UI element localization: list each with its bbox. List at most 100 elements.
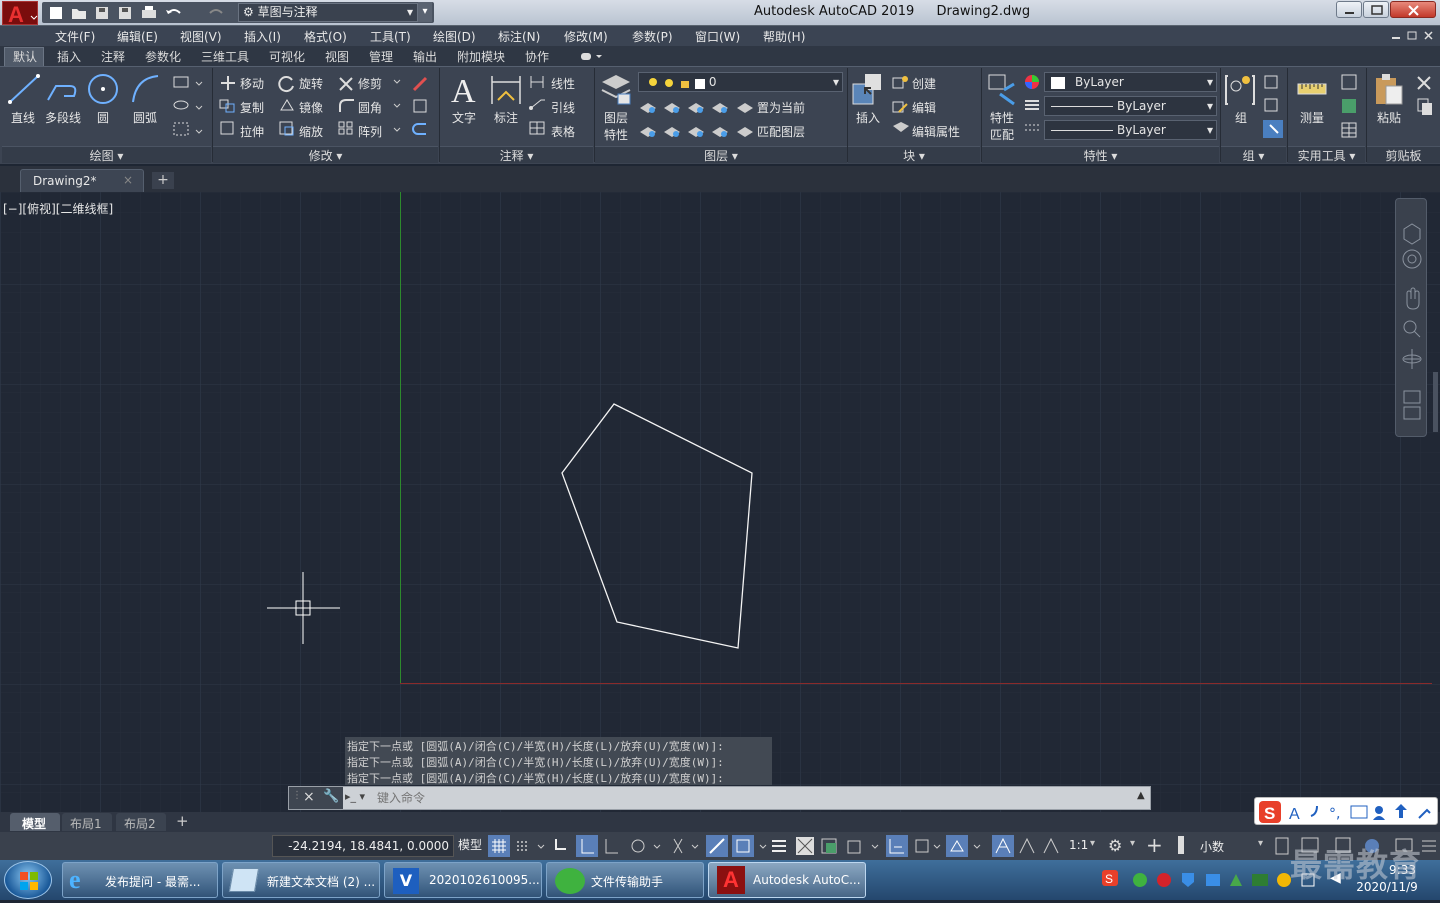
viewport-controls-label[interactable]: [−][俯视][二维线框] <box>3 200 113 217</box>
ribbon-toggle-icon[interactable] <box>580 51 602 61</box>
start-button[interactable] <box>4 861 52 899</box>
close-tab-icon[interactable]: × <box>123 173 133 187</box>
properties-panel-title[interactable]: 特性 ▾ <box>982 146 1219 163</box>
set-current-button[interactable]: 置为当前 <box>757 99 805 116</box>
paste-icon[interactable] <box>1372 72 1406 108</box>
draw-more-icons[interactable] <box>170 73 204 139</box>
chevron-down-icon[interactable]: ▾ <box>1090 838 1095 849</box>
tab-3d-tools[interactable]: 三维工具 <box>201 48 249 65</box>
lineweight-combo[interactable]: ByLayer ▾ <box>1044 120 1217 140</box>
utility-small-icons[interactable] <box>1338 73 1360 139</box>
taskbar-item-notepad[interactable]: 新建文本文档 (2) ... <box>222 862 380 898</box>
layout-tab-layout1[interactable]: 布局1 <box>62 813 112 831</box>
tab-collaborate[interactable]: 协作 <box>525 48 549 65</box>
command-history-toggle-icon[interactable]: ▲ <box>1137 790 1145 801</box>
minimize-button[interactable] <box>1336 1 1362 18</box>
groups-panel-title[interactable]: 组 ▾ <box>1221 146 1286 163</box>
group-small-icons[interactable] <box>1262 73 1284 139</box>
command-input[interactable] <box>377 788 1127 808</box>
clipboard-panel-title[interactable]: 剪贴板 <box>1367 146 1440 163</box>
close-button[interactable] <box>1390 1 1436 18</box>
array-button[interactable]: 阵列 <box>358 123 382 140</box>
chevron-down-icon[interactable]: ▾ <box>1130 838 1135 849</box>
text-tool-icon[interactable]: A <box>448 72 482 108</box>
taskbar-item-autocad[interactable]: A Autodesk AutoC... <box>708 862 866 898</box>
drafting-toggles[interactable] <box>488 835 1068 857</box>
layout-tab-model[interactable]: 模型 <box>10 813 60 831</box>
qat-customize-button[interactable]: ▾ <box>418 2 432 22</box>
circle-tool-icon[interactable] <box>86 72 120 106</box>
menu-file[interactable]: 文件(F) <box>55 28 95 45</box>
match-layer-button[interactable]: 匹配图层 <box>757 123 805 140</box>
vertical-scroll-thumb[interactable] <box>1433 372 1438 432</box>
cut-copy-icons[interactable] <box>1414 73 1436 117</box>
annotation-monitor-icon[interactable]: + <box>1146 833 1163 857</box>
system-tray-icons[interactable]: S <box>1100 868 1320 892</box>
menu-insert[interactable]: 插入(I) <box>244 28 281 45</box>
linear-dim-button[interactable]: 线性 <box>551 75 575 92</box>
stretch-button[interactable]: 拉伸 <box>240 123 264 140</box>
close-icon[interactable]: × <box>303 789 315 805</box>
polyline-tool-icon[interactable] <box>44 72 80 106</box>
menu-modify[interactable]: 修改(M) <box>564 28 608 45</box>
file-tab-drawing2[interactable]: Drawing2* × <box>20 169 144 192</box>
mirror-button[interactable]: 镜像 <box>299 99 323 116</box>
wrench-icon[interactable]: 🔧 <box>323 789 339 804</box>
tab-home[interactable]: 默认 <box>13 48 37 65</box>
line-tool-icon[interactable] <box>6 72 42 106</box>
arc-tool-icon[interactable] <box>128 72 162 106</box>
taskbar-item-wechat[interactable]: 文件传输助手 <box>546 862 704 898</box>
menu-parametric[interactable]: 参数(P) <box>632 28 673 45</box>
model-space-button[interactable]: 模型 <box>458 835 486 857</box>
taskbar-item-document[interactable]: V 2020102610095... <box>384 862 542 898</box>
measure-icon[interactable] <box>1296 74 1328 106</box>
layout-tab-layout2[interactable]: 布局2 <box>116 813 166 831</box>
maximize-button[interactable] <box>1363 1 1389 18</box>
modify-icons-col4[interactable] <box>392 76 436 138</box>
taskbar-item-browser[interactable]: e 发布提问 - 最需... <box>62 862 218 898</box>
menu-draw[interactable]: 绘图(D) <box>433 28 476 45</box>
menu-dimension[interactable]: 标注(N) <box>498 28 540 45</box>
menu-window[interactable]: 窗口(W) <box>695 28 740 45</box>
layer-combo[interactable]: 0 ▾ <box>638 72 843 92</box>
menu-tools[interactable]: 工具(T) <box>370 28 411 45</box>
autocad-logo-icon[interactable]: A <box>2 1 38 27</box>
ime-toolbar[interactable]: S A °, <box>1254 797 1438 825</box>
linetype-combo[interactable]: ByLayer ▾ <box>1044 96 1217 116</box>
menu-format[interactable]: 格式(O) <box>304 28 347 45</box>
edit-block-button[interactable]: 编辑 <box>912 99 936 116</box>
command-prompt-icon[interactable]: ▸_ ▾ <box>345 790 373 806</box>
dimension-tool-icon[interactable] <box>488 72 524 108</box>
add-layout-icon[interactable]: + <box>176 812 189 830</box>
layer-tool-icons[interactable] <box>638 98 734 140</box>
new-tab-button[interactable]: + <box>152 172 174 189</box>
block-panel-title[interactable]: 块 ▾ <box>848 146 980 163</box>
insert-block-icon[interactable] <box>851 72 885 108</box>
annotation-scale[interactable]: 1:1 <box>1069 838 1088 852</box>
draw-panel-title[interactable]: 绘图 ▾ <box>2 146 211 163</box>
rotate-button[interactable]: 旋转 <box>299 75 323 92</box>
fillet-button[interactable]: 圆角 <box>358 99 382 116</box>
move-button[interactable]: 移动 <box>240 75 264 92</box>
tab-manage[interactable]: 管理 <box>369 48 393 65</box>
tab-output[interactable]: 输出 <box>413 48 437 65</box>
coordinates-readout[interactable]: -24.2194, 18.4841, 0.0000 <box>272 835 454 857</box>
create-block-button[interactable]: 创建 <box>912 75 936 92</box>
copy-button[interactable]: 复制 <box>240 99 264 116</box>
menu-view[interactable]: 视图(V) <box>180 28 222 45</box>
scale-button[interactable]: 缩放 <box>299 123 323 140</box>
workspace-combo[interactable]: ⚙ 草图与注释 ▾ <box>238 3 418 22</box>
annotation-panel-title[interactable]: 注释 ▾ <box>440 146 593 163</box>
group-icon[interactable] <box>1224 72 1256 108</box>
utilities-panel-title[interactable]: 实用工具 ▾ <box>1288 146 1365 163</box>
tab-annotate[interactable]: 注释 <box>101 48 125 65</box>
layer-properties-icon[interactable] <box>600 72 632 108</box>
leader-button[interactable]: 引线 <box>551 99 575 116</box>
chevron-down-icon[interactable]: ▾ <box>1258 838 1263 849</box>
tab-addins[interactable]: 附加模块 <box>457 48 505 65</box>
workspace-gear-icon[interactable]: ⚙ <box>1108 836 1122 855</box>
menu-help[interactable]: 帮助(H) <box>763 28 805 45</box>
table-button[interactable]: 表格 <box>551 123 575 140</box>
layers-panel-title[interactable]: 图层 ▾ <box>595 146 847 163</box>
edit-attributes-button[interactable]: 编辑属性 <box>912 123 960 140</box>
